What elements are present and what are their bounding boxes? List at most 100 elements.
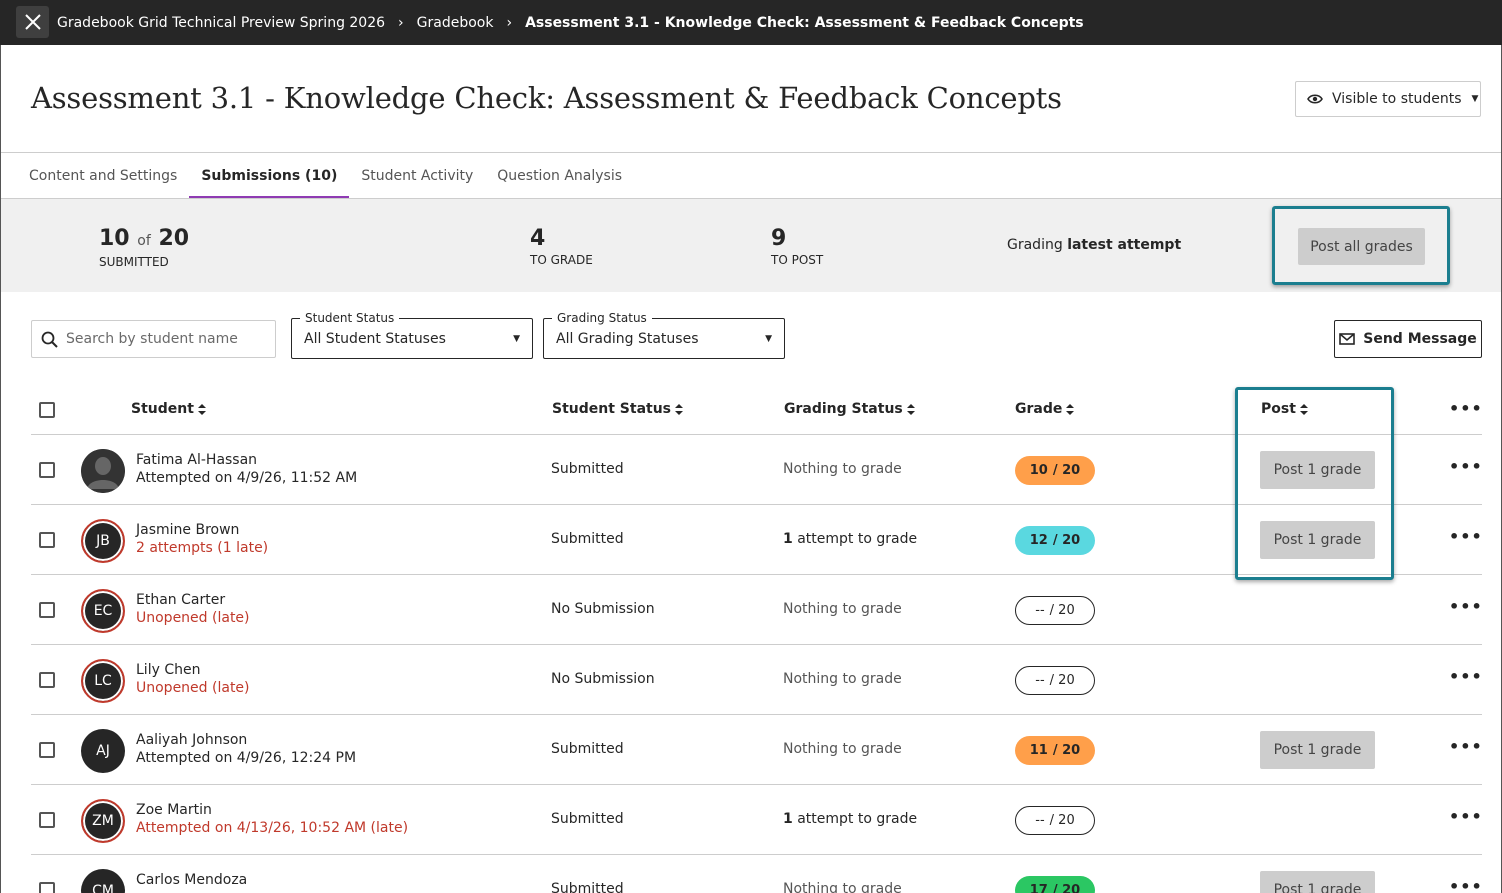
tab-submissions[interactable]: Submissions (10) [189, 153, 350, 199]
tab-question-analysis[interactable]: Question Analysis [485, 153, 634, 199]
stat-to-grade: 4 TO GRADE [530, 225, 593, 267]
visibility-dropdown[interactable]: Visible to students ▼ [1295, 81, 1481, 117]
column-header-student-status[interactable]: Student Status [552, 401, 684, 417]
breadcrumb-course[interactable]: Gradebook Grid Technical Preview Spring … [57, 15, 385, 31]
avatar: LC [81, 659, 125, 703]
student-status: No Submission [551, 671, 655, 687]
grade-value: -- [1035, 603, 1045, 618]
column-header-student[interactable]: Student [131, 401, 206, 417]
search-icon [41, 331, 58, 348]
close-button[interactable] [16, 6, 49, 38]
grade-pill[interactable]: 10 / 20 [1015, 456, 1095, 485]
grading-status: Nothing to grade [783, 671, 902, 687]
row-checkbox[interactable] [39, 742, 55, 758]
attempt-info: Attempted on 4/13/26, 10:52 AM (late) [136, 820, 409, 836]
attempt-info[interactable]: 2 attempts (1 late) [136, 540, 268, 556]
student-status: Submitted [551, 461, 624, 477]
student-name[interactable]: Carlos Mendoza [136, 872, 247, 888]
avatar: JB [81, 519, 125, 563]
student-name[interactable]: Fatima Al-Hassan [136, 452, 257, 468]
grading-status-select[interactable]: Grading Status All Grading Statuses ▼ [543, 311, 785, 359]
row-checkbox[interactable] [39, 882, 55, 893]
tab-content-and-settings[interactable]: Content and Settings [17, 153, 189, 199]
row-checkbox[interactable] [39, 532, 55, 548]
grading-status: Nothing to grade [783, 461, 902, 477]
grading-attempt-setting: Grading latest attempt [1007, 237, 1181, 253]
row-checkbox[interactable] [39, 672, 55, 688]
student-status: Submitted [551, 741, 624, 757]
row-checkbox[interactable] [39, 812, 55, 828]
visibility-label: Visible to students [1332, 91, 1462, 107]
grading-status: 1 attempt to grade [783, 811, 917, 827]
grade-pill[interactable]: 17 / 20 [1015, 876, 1095, 893]
student-name[interactable]: Zoe Martin [136, 802, 212, 818]
grading-status-text: attempt to grade [797, 811, 918, 827]
top-bar: Gradebook Grid Technical Preview Spring … [0, 0, 1502, 45]
tab-student-activity[interactable]: Student Activity [349, 153, 485, 199]
grade-pill[interactable]: -- / 20 [1015, 596, 1095, 625]
grade-max: / 20 [1052, 533, 1081, 548]
more-options-icon[interactable]: ••• [1449, 667, 1483, 686]
envelope-icon [1339, 333, 1356, 345]
grading-status: Nothing to grade [783, 601, 902, 617]
row-checkbox[interactable] [39, 602, 55, 618]
attempt-info: Attempted on 4/9/26, 12:24 PM [136, 750, 357, 766]
table-row: LC Lily Chen Unopened (late) No Submissi… [31, 645, 1482, 715]
search-field[interactable] [31, 320, 276, 358]
breadcrumb-gradebook[interactable]: Gradebook [417, 15, 494, 31]
more-options-icon[interactable]: ••• [1449, 807, 1483, 826]
more-options-icon[interactable]: ••• [1449, 399, 1483, 418]
column-header-grading-status[interactable]: Grading Status [784, 401, 915, 417]
more-options-icon[interactable]: ••• [1449, 877, 1483, 893]
avatar: ZM [81, 799, 125, 843]
post-grade-button[interactable]: Post 1 grade [1260, 871, 1375, 893]
more-options-icon[interactable]: ••• [1449, 737, 1483, 756]
grade-value: 11 [1029, 743, 1048, 758]
caret-down-icon: ▼ [513, 334, 520, 344]
grading-status-value: All Grading Statuses [556, 331, 699, 347]
sort-icon [197, 403, 206, 415]
grade-max: / 20 [1049, 813, 1075, 828]
grading-status-legend: Grading Status [552, 311, 652, 325]
column-label: Grading Status [784, 401, 903, 417]
column-header-grade[interactable]: Grade [1015, 401, 1075, 417]
grade-pill[interactable]: -- / 20 [1015, 806, 1095, 835]
student-status: Submitted [551, 881, 624, 893]
table-row: CM Carlos Mendoza Submitted Nothing to g… [31, 855, 1482, 893]
grade-pill[interactable]: 12 / 20 [1015, 526, 1095, 555]
grading-mode[interactable]: latest attempt [1067, 237, 1181, 253]
stat-submitted: 10 of 20 SUBMITTED [99, 225, 189, 269]
student-name[interactable]: Ethan Carter [136, 592, 225, 608]
search-input[interactable] [66, 331, 256, 347]
post-grade-button[interactable]: Post 1 grade [1260, 731, 1375, 769]
user-silhouette-icon [81, 449, 125, 493]
grade-value: 12 [1029, 533, 1048, 548]
grading-status: 1 attempt to grade [783, 531, 917, 547]
column-label: Student Status [552, 401, 672, 417]
grade-value: 10 [1029, 463, 1048, 478]
grade-value: -- [1035, 813, 1045, 828]
attempt-info: Unopened (late) [136, 680, 250, 696]
grade-max: / 20 [1052, 743, 1081, 758]
student-name[interactable]: Jasmine Brown [136, 522, 239, 538]
grade-max: / 20 [1049, 673, 1075, 688]
row-checkbox[interactable] [39, 462, 55, 478]
tab-bar: Content and Settings Submissions (10) St… [17, 153, 634, 199]
student-status-select[interactable]: Student Status All Student Statuses ▼ [291, 311, 533, 359]
send-message-button[interactable]: Send Message [1334, 320, 1482, 358]
student-name[interactable]: Lily Chen [136, 662, 200, 678]
more-options-icon[interactable]: ••• [1449, 457, 1483, 476]
sort-icon [675, 403, 684, 415]
stat-to-post: 9 TO POST [771, 225, 823, 267]
submitted-label: SUBMITTED [99, 255, 169, 269]
student-name[interactable]: Aaliyah Johnson [136, 732, 247, 748]
attempt-info: Attempted on 4/9/26, 11:52 AM [136, 470, 358, 486]
select-all-checkbox[interactable] [39, 402, 55, 418]
column-label: Grade [1015, 401, 1063, 417]
grade-pill[interactable]: -- / 20 [1015, 666, 1095, 695]
more-options-icon[interactable]: ••• [1449, 527, 1483, 546]
table-row: ZM Zoe Martin Attempted on 4/13/26, 10:5… [31, 785, 1482, 855]
to-post-count: 9 [771, 226, 787, 251]
more-options-icon[interactable]: ••• [1449, 597, 1483, 616]
grade-pill[interactable]: 11 / 20 [1015, 736, 1095, 765]
